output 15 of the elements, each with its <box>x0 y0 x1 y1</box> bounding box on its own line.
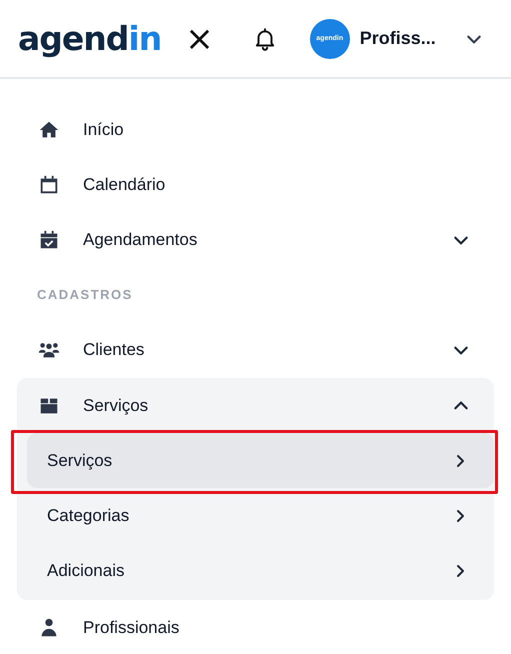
menu-item[interactable]: Calendário <box>17 157 494 212</box>
close-button[interactable]: × <box>185 22 214 56</box>
menu-item[interactable]: Início <box>17 102 494 157</box>
menu-item[interactable]: Profissionais <box>17 600 494 654</box>
section-label: CADASTROS <box>36 286 134 304</box>
submenu-item[interactable]: Adicionais <box>27 543 494 598</box>
calendar-icon <box>38 174 60 196</box>
menu-item[interactable]: Serviços <box>17 378 494 433</box>
logo: agendin <box>18 19 162 58</box>
calendar-check-icon <box>38 228 60 250</box>
submenu-item[interactable]: Categorias <box>27 488 494 543</box>
menu-item[interactable]: Agendamentos <box>17 212 494 267</box>
submenu-item[interactable]: Serviços <box>27 433 494 488</box>
user-name[interactable]: Profiss... <box>360 28 436 49</box>
menu-item[interactable]: Clientes <box>17 322 494 377</box>
